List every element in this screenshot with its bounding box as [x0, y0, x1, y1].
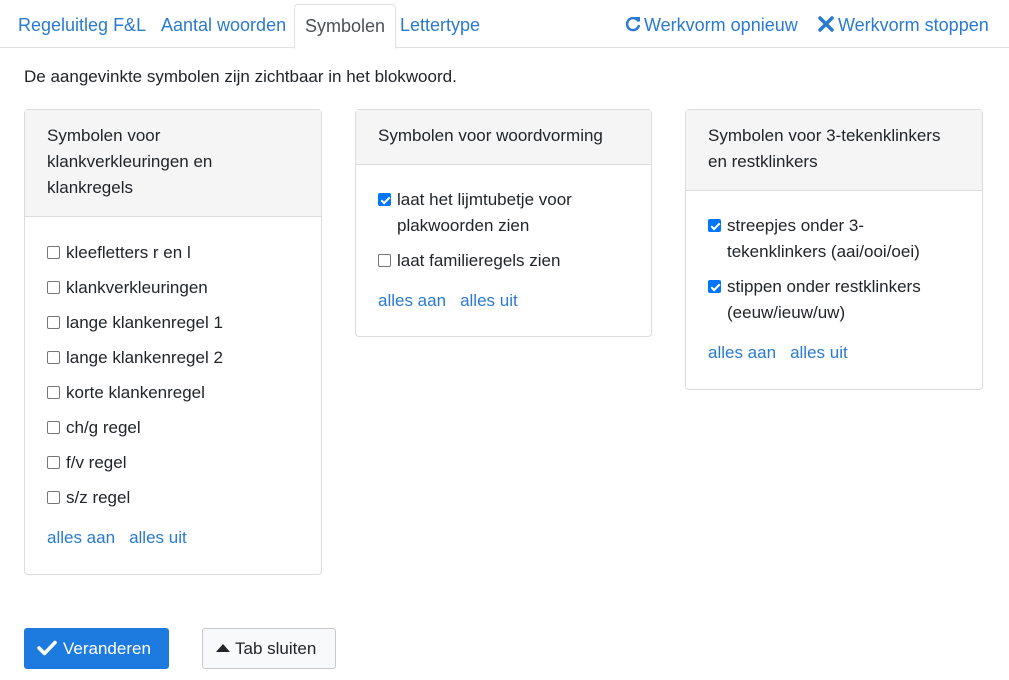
- checkbox[interactable]: [47, 456, 60, 469]
- tab-lettertype[interactable]: Lettertype: [390, 4, 490, 48]
- tab-regeluitleg[interactable]: Regeluitleg F&L: [8, 4, 156, 48]
- change-label: Veranderen: [63, 639, 151, 658]
- option-stippen[interactable]: stippen onder restklinkers (eeuw/ieuw/uw…: [708, 274, 960, 326]
- card-klankverkleuringen: Symbolen voor klankverkleuringen en klan…: [24, 109, 322, 575]
- restart-label: Werkvorm opnieuw: [644, 15, 798, 35]
- caret-up-icon: [215, 629, 231, 668]
- checkbox[interactable]: [47, 281, 60, 294]
- option-label: laat het lijmtubetje voor plakwoorden zi…: [397, 190, 572, 235]
- restart-button[interactable]: Werkvorm opnieuw: [624, 4, 798, 48]
- all-off-link[interactable]: alles uit: [129, 525, 187, 551]
- option-familieregels[interactable]: laat familieregels zien: [378, 248, 629, 274]
- all-on-link[interactable]: alles aan: [47, 525, 115, 551]
- checkbox[interactable]: [47, 386, 60, 399]
- tab-symbolen[interactable]: Symbolen: [294, 4, 397, 49]
- option-label: streepjes onder 3-tekenklinkers (aai/ooi…: [727, 216, 920, 261]
- stop-label: Werkvorm stoppen: [838, 15, 989, 35]
- option-lange-klankenregel-2[interactable]: lange klankenregel 2: [47, 345, 299, 371]
- intro-text: De aangevinkte symbolen zijn zichtbaar i…: [24, 67, 457, 86]
- option-f-v-regel[interactable]: f/v regel: [47, 450, 299, 476]
- option-ch-g-regel[interactable]: ch/g regel: [47, 415, 299, 441]
- option-klankverkleuringen[interactable]: klankverkleuringen: [47, 275, 299, 301]
- option-label: f/v regel: [66, 453, 127, 472]
- option-label: korte klankenregel: [66, 383, 205, 402]
- all-off-link[interactable]: alles uit: [790, 340, 848, 366]
- tab-aantal-woorden[interactable]: Aantal woorden: [151, 4, 296, 48]
- stop-button[interactable]: Werkvorm stoppen: [818, 4, 989, 48]
- option-label: ch/g regel: [66, 418, 141, 437]
- option-lijmtubetje[interactable]: laat het lijmtubetje voor plakwoorden zi…: [378, 187, 629, 239]
- card-title: Symbolen voor woordvorming: [356, 110, 651, 165]
- checkbox[interactable]: [378, 254, 391, 267]
- checkbox[interactable]: [47, 246, 60, 259]
- card-woordvorming: Symbolen voor woordvorming laat het lijm…: [355, 109, 652, 337]
- option-korte-klankenregel[interactable]: korte klankenregel: [47, 380, 299, 406]
- option-streepjes[interactable]: streepjes onder 3-tekenklinkers (aai/ooi…: [708, 213, 960, 265]
- checkbox[interactable]: [708, 219, 721, 232]
- option-s-z-regel[interactable]: s/z regel: [47, 485, 299, 511]
- all-on-link[interactable]: alles aan: [378, 288, 446, 314]
- option-label: lange klankenregel 2: [66, 348, 223, 367]
- option-label: kleefletters r en l: [66, 243, 191, 262]
- card-3-tekenklinkers: Symbolen voor 3-tekenklinkers en restkli…: [685, 109, 983, 390]
- option-label: laat familieregels zien: [397, 251, 561, 270]
- all-on-link[interactable]: alles aan: [708, 340, 776, 366]
- option-label: lange klankenregel 1: [66, 313, 223, 332]
- option-label: stippen onder restklinkers (eeuw/ieuw/uw…: [727, 277, 921, 322]
- change-button[interactable]: Veranderen: [24, 628, 169, 669]
- card-title: Symbolen voor 3-tekenklinkers en restkli…: [686, 110, 982, 191]
- card-title: Symbolen voor klankverkleuringen en klan…: [25, 110, 321, 217]
- option-label: s/z regel: [66, 488, 131, 507]
- option-label: klankverkleuringen: [66, 278, 208, 297]
- checkbox[interactable]: [708, 280, 721, 293]
- checkbox[interactable]: [47, 351, 60, 364]
- checkbox[interactable]: [47, 491, 60, 504]
- close-icon: [818, 4, 838, 46]
- checkmark-icon: [37, 629, 57, 668]
- checkbox[interactable]: [47, 316, 60, 329]
- refresh-icon: [624, 4, 644, 46]
- checkbox[interactable]: [378, 193, 391, 206]
- tab-bar: Regeluitleg F&L Aantal woorden Symbolen …: [0, 0, 1009, 49]
- close-tab-label: Tab sluiten: [235, 639, 317, 658]
- checkbox[interactable]: [47, 421, 60, 434]
- close-tab-button[interactable]: Tab sluiten: [202, 628, 336, 669]
- all-off-link[interactable]: alles uit: [460, 288, 518, 314]
- option-lange-klankenregel-1[interactable]: lange klankenregel 1: [47, 310, 299, 336]
- option-kleefletters[interactable]: kleefletters r en l: [47, 240, 299, 266]
